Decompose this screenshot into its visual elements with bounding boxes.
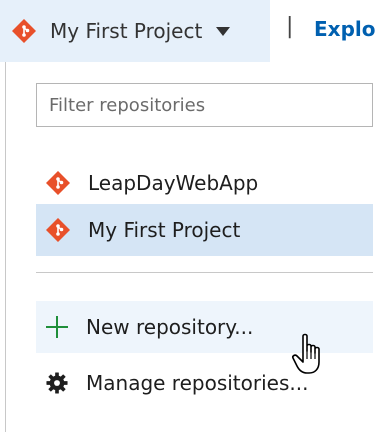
new-repository-button[interactable]: New repository... (36, 301, 373, 353)
git-diamond-icon (12, 19, 36, 43)
top-bar: My First Project | Explo (0, 0, 385, 62)
header-separator: | (286, 14, 294, 39)
git-diamond-icon (46, 171, 70, 195)
new-repository-label: New repository... (86, 315, 254, 339)
manage-repositories-button[interactable]: Manage repositories... (36, 357, 373, 409)
repo-item-label: My First Project (88, 218, 241, 242)
menu-divider (36, 272, 373, 273)
project-selector[interactable]: My First Project (0, 0, 270, 62)
manage-repositories-label: Manage repositories... (86, 371, 309, 395)
repo-item-label: LeapDayWebApp (88, 171, 259, 195)
repo-item-leapdaywebapp[interactable]: LeapDayWebApp (36, 157, 373, 209)
caret-down-icon (216, 26, 231, 36)
current-project-label: My First Project (50, 19, 203, 43)
gear-icon (46, 372, 68, 394)
explore-tab[interactable]: Explo (314, 17, 375, 41)
repo-item-my-first-project[interactable]: My First Project (36, 204, 373, 256)
git-diamond-icon (46, 218, 70, 242)
repository-dropdown: LeapDayWebApp My First Project New repos… (5, 62, 385, 432)
filter-repositories-input[interactable] (36, 83, 373, 127)
plus-icon (46, 316, 68, 338)
